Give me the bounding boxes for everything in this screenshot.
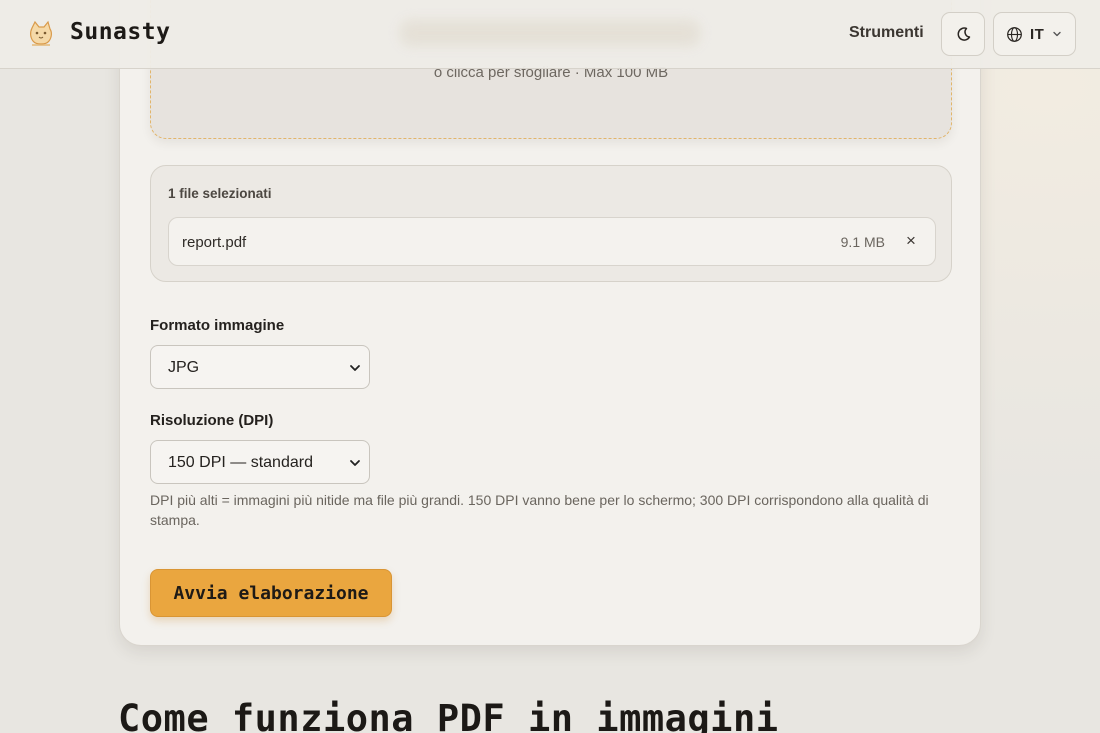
language-selector[interactable]: IT [993, 12, 1076, 56]
moon-icon [957, 27, 971, 41]
language-label: IT [1030, 26, 1045, 43]
blurred-page-title [400, 20, 700, 46]
files-count-label: 1 file selezionati [168, 186, 272, 201]
format-label: Formato immagine [150, 317, 285, 334]
start-processing-button[interactable]: Avvia elaborazione [150, 569, 392, 617]
chevron-down-icon [350, 460, 360, 466]
chevron-down-icon [1053, 31, 1061, 37]
file-item: report.pdf 9.1 MB × [168, 217, 936, 266]
dpi-select[interactable]: 150 DPI — standard [150, 440, 370, 484]
selected-files-panel: 1 file selezionati report.pdf 9.1 MB × [150, 165, 952, 282]
chevron-down-icon [350, 365, 360, 371]
file-name: report.pdf [182, 234, 247, 251]
cat-logo-icon [30, 20, 52, 46]
section-title: Come funziona PDF in immagini [118, 697, 779, 733]
file-size: 9.1 MB [840, 234, 885, 250]
start-processing-label: Avvia elaborazione [173, 583, 369, 604]
dpi-select-value: 150 DPI — standard [168, 454, 313, 471]
globe-icon [1007, 27, 1022, 42]
brand-name[interactable]: Sunasty [70, 19, 170, 45]
remove-file-button[interactable]: × [902, 232, 920, 250]
dpi-help-text: DPI più alti = immagini più nitide ma fi… [150, 492, 929, 528]
nav-tools-link[interactable]: Strumenti [849, 24, 924, 42]
tool-card: o clicca per sfogliare · Max 100 MB 1 fi… [119, 0, 981, 646]
dpi-label: Risoluzione (DPI) [150, 412, 274, 429]
theme-toggle-button[interactable] [941, 12, 985, 56]
format-select-value: JPG [168, 359, 200, 376]
format-select[interactable]: JPG [150, 345, 370, 389]
